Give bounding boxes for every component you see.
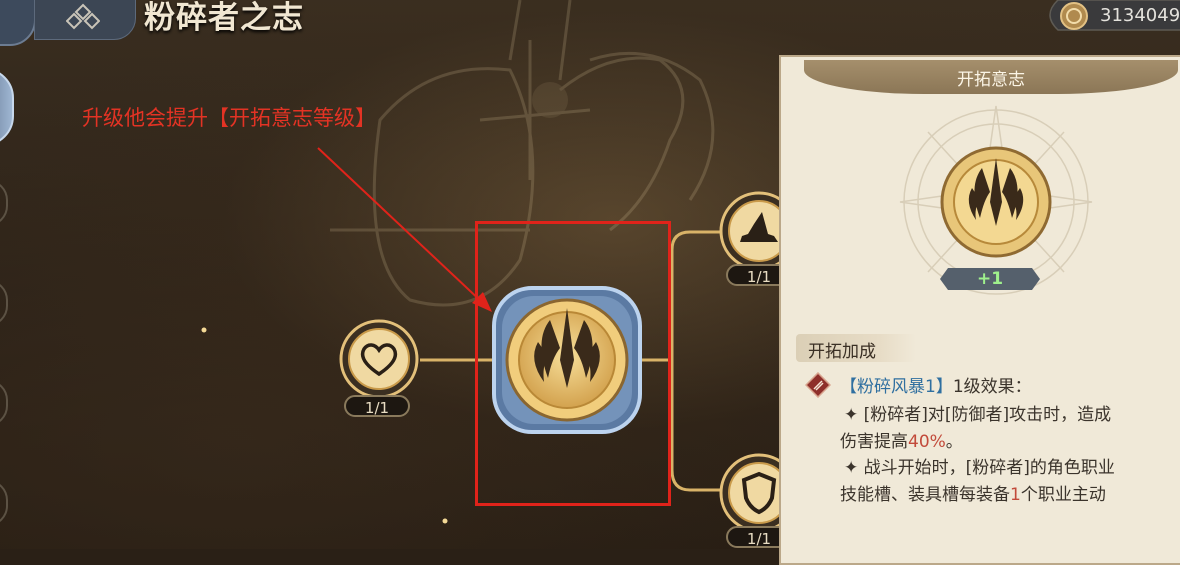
effect-line-2: 伤害提高40%。 bbox=[840, 427, 963, 452]
currency-amount: 3134049 bbox=[1100, 5, 1180, 26]
effect-text: 。 bbox=[945, 432, 963, 452]
effect-text: 战斗开始时，[粉碎者]的角色职业 bbox=[863, 458, 1115, 478]
effect-text: 个职业主动 bbox=[1020, 485, 1106, 505]
effect-diamond-icon bbox=[805, 372, 831, 398]
section-title: 开拓加成 bbox=[808, 342, 876, 362]
section-header: 开拓加成 bbox=[796, 334, 916, 362]
level-badge: +1 bbox=[940, 268, 1040, 290]
panel-title: 开拓意志 bbox=[957, 70, 1025, 90]
node-count-label: 1/1 bbox=[344, 395, 410, 417]
effect-text: [粉碎者]对[防御者]攻击时，造成 bbox=[863, 405, 1112, 425]
effect-header-line: 【粉碎风暴1】1级效果： bbox=[840, 372, 1032, 397]
effect-line-1: ✦ [粉碎者]对[防御者]攻击时，造成 bbox=[844, 400, 1111, 425]
annotation-highlight-box bbox=[475, 221, 671, 506]
effect-highlight: 40% bbox=[908, 432, 946, 452]
talent-node-heart[interactable] bbox=[338, 318, 420, 400]
panel-header: 开拓意志 bbox=[804, 60, 1178, 94]
star-bullet-icon: ✦ bbox=[844, 458, 859, 478]
effect-highlight: 1 bbox=[1010, 485, 1021, 505]
effect-line-4: 技能槽、装具槽每装备1个职业主动 bbox=[840, 480, 1106, 505]
effect-level-label: 1级效果： bbox=[952, 377, 1032, 397]
currency-coin-icon bbox=[1060, 2, 1088, 30]
effect-text: 技能槽、装具槽每装备 bbox=[840, 485, 1010, 505]
effect-name: 【粉碎风暴1】 bbox=[840, 377, 953, 397]
effect-line-3: ✦ 战斗开始时，[粉碎者]的角色职业 bbox=[844, 453, 1115, 478]
effect-text: 伤害提高 bbox=[840, 432, 908, 452]
star-bullet-icon: ✦ bbox=[844, 405, 859, 425]
